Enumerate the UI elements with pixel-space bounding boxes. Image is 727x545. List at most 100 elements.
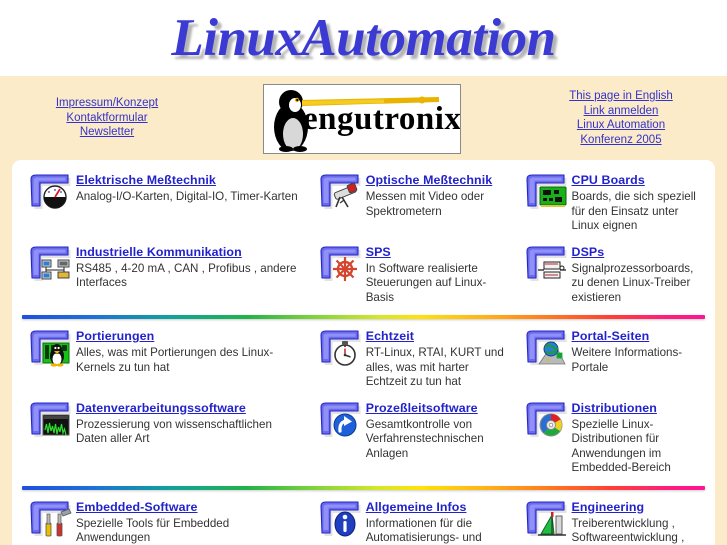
stopwatch-icon: [318, 326, 364, 366]
nav-link-link-anmelden[interactable]: Link anmelden: [527, 104, 715, 119]
category-cell[interactable]: Elektrische Meßtechnik Analog-I/O-Karten,…: [22, 168, 312, 216]
category-text: Allgemeine Infos Informationen für die Au…: [366, 497, 512, 545]
category-link[interactable]: CPU Boards: [572, 173, 645, 187]
nav-link-impressum[interactable]: Impressum/Konzept: [12, 96, 202, 111]
category-link[interactable]: Embedded-Software: [76, 500, 198, 514]
page-body: Impressum/Konzept Kontaktformular Newsle…: [0, 76, 727, 545]
category-description: Weitere Informations-Portale: [571, 346, 683, 374]
category-cell[interactable]: Portierungen Alles, was mit Portierungen …: [22, 324, 312, 381]
category-link[interactable]: Echtzeit: [366, 329, 414, 343]
drafting-icon: [524, 497, 570, 537]
category-text: Engineering Treiberentwicklung , Software…: [572, 497, 699, 545]
category-description: RT-Linux, RTAI, KURT und alles, was mit …: [365, 346, 504, 388]
category-link[interactable]: Engineering: [572, 500, 645, 514]
category-cell[interactable]: Industrielle Kommunikation RS485 , 4-20 m…: [22, 240, 312, 297]
tools-icon: [28, 497, 74, 537]
category-text: Prozeßleitsoftware Gesamtkontrolle von Ve…: [366, 398, 512, 462]
category-text: Portal-Seiten Weitere Informations-Portal…: [572, 326, 699, 375]
category-cell[interactable]: Allgemeine Infos Informationen für die Au…: [312, 495, 518, 545]
category-section: Elektrische Meßtechnik Analog-I/O-Karten,…: [22, 168, 705, 311]
category-link[interactable]: DSPs: [572, 245, 605, 259]
category-link[interactable]: Portierungen: [76, 329, 154, 343]
category-link[interactable]: Optische Meßtechnik: [366, 173, 493, 187]
category-cell[interactable]: Engineering Treiberentwicklung , Software…: [518, 495, 705, 545]
svg-text:engutronix: engutronix: [303, 101, 460, 137]
nav-link-newsletter[interactable]: Newsletter: [12, 125, 202, 140]
category-cell[interactable]: Embedded-Software Spezielle Tools für Emb…: [22, 495, 312, 545]
category-text: Echtzeit RT-Linux, RTAI, KURT und alles, …: [366, 326, 512, 390]
nav-link-konferenz-2005[interactable]: Konferenz 2005: [527, 133, 715, 148]
gauge-icon: [28, 170, 74, 210]
category-description: RS485 , 4-20 mA , CAN , Profibus , ander…: [76, 261, 297, 290]
category-section: Embedded-Software Spezielle Tools für Emb…: [22, 495, 705, 545]
dsp-chip-icon: [524, 242, 570, 282]
network-icon: [28, 242, 74, 282]
arrow-circle-icon: [318, 398, 364, 438]
nav-link-kontaktformular[interactable]: Kontaktformular: [12, 111, 202, 126]
category-description: Spezielle Linux-Distributionen für Anwen…: [571, 417, 671, 475]
engutronix-logo[interactable]: engutronix: [263, 84, 461, 154]
globe-arrow-icon: [524, 326, 570, 366]
nav-link-linux-automation[interactable]: Linux Automation: [527, 118, 715, 133]
circuit-board-icon: [524, 170, 570, 210]
category-section: Portierungen Alles, was mit Portierungen …: [22, 324, 705, 482]
category-description: Prozessierung von wissenschaftlichen Dat…: [76, 417, 272, 446]
category-link[interactable]: Portal-Seiten: [572, 329, 650, 343]
site-title: LinuxAutomation: [171, 8, 556, 67]
category-text: Portierungen Alles, was mit Portierungen …: [76, 326, 306, 375]
category-description: Spezielle Tools für Embedded Anwendungen: [76, 516, 230, 545]
category-cell[interactable]: CPU Boards Boards, die sich speziell für …: [518, 168, 705, 240]
category-link[interactable]: Elektrische Meßtechnik: [76, 173, 216, 187]
category-link[interactable]: Datenverarbeitungssoftware: [76, 401, 246, 415]
ship-wheel-icon: [318, 242, 364, 282]
category-cell[interactable]: Portal-Seiten Weitere Informations-Portal…: [518, 324, 705, 381]
penguin-board-icon: [28, 326, 74, 367]
category-link[interactable]: SPS: [366, 245, 391, 259]
category-cell[interactable]: Optische Meßtechnik Messen mit Video oder…: [312, 168, 518, 225]
category-text: Industrielle Kommunikation RS485 , 4-20 m…: [76, 242, 306, 291]
category-text: Datenverarbeitungssoftware Prozessierung …: [76, 398, 306, 447]
nav-band: Impressum/Konzept Kontaktformular Newsle…: [12, 76, 715, 160]
category-link[interactable]: Prozeßleitsoftware: [366, 401, 478, 415]
category-text: Embedded-Software Spezielle Tools für Emb…: [76, 497, 306, 545]
nav-link-english[interactable]: This page in English: [527, 89, 715, 104]
category-description: Messen mit Video oder Spektrometern: [365, 190, 485, 218]
category-text: Optische Meßtechnik Messen mit Video oder…: [366, 170, 512, 219]
category-row: Embedded-Software Spezielle Tools für Emb…: [22, 495, 705, 545]
category-link[interactable]: Distributionen: [572, 401, 657, 415]
category-description: Analog-I/O-Karten, Digital-IO, Timer-Kar…: [76, 190, 298, 203]
category-description: Signalprozessorboards, zu denen Linux-Tr…: [571, 261, 694, 304]
category-cell[interactable]: Prozeßleitsoftware Gesamtkontrolle von Ve…: [312, 396, 518, 468]
masthead: LinuxAutomation: [0, 0, 727, 76]
nav-left: Impressum/Konzept Kontaktformular Newsle…: [12, 96, 262, 140]
category-row: Elektrische Meßtechnik Analog-I/O-Karten,…: [22, 168, 705, 240]
content-panel: Elektrische Meßtechnik Analog-I/O-Karten,…: [12, 160, 715, 545]
category-text: CPU Boards Boards, die sich speziell für …: [572, 170, 699, 234]
category-cell[interactable]: Datenverarbeitungssoftware Prozessierung …: [22, 396, 312, 453]
category-link[interactable]: Industrielle Kommunikation: [76, 245, 242, 259]
info-icon: [318, 497, 364, 537]
category-cell[interactable]: Echtzeit RT-Linux, RTAI, KURT und alles, …: [312, 324, 518, 396]
category-row: Industrielle Kommunikation RS485 , 4-20 m…: [22, 240, 705, 312]
category-cell[interactable]: SPS In Software realisierte Steuerungen a…: [312, 240, 518, 312]
category-description: Gesamtkontrolle von Verfahrenstechnische…: [365, 417, 484, 460]
category-row: Portierungen Alles, was mit Portierungen …: [22, 324, 705, 396]
section-divider: [22, 315, 705, 319]
category-description: Alles, was mit Portierungen des Linux-Ke…: [76, 346, 274, 374]
section-divider: [22, 485, 705, 490]
category-link[interactable]: Allgemeine Infos: [366, 500, 467, 514]
category-text: SPS In Software realisierte Steuerungen a…: [366, 242, 512, 306]
category-cell[interactable]: DSPs Signalprozessorboards, zu denen Linu…: [518, 240, 705, 312]
nav-right: This page in English Link anmelden Linux…: [465, 89, 715, 147]
category-description: Informationen für die Automatisierungs- …: [365, 516, 482, 545]
category-text: DSPs Signalprozessorboards, zu denen Linu…: [572, 242, 699, 306]
category-text: Elektrische Meßtechnik Analog-I/O-Karten,…: [76, 170, 298, 205]
category-description: Boards, die sich speziell für den Einsat…: [571, 190, 696, 232]
category-description: Treiberentwicklung , Softwareentwicklung…: [571, 516, 685, 545]
category-row: Datenverarbeitungssoftware Prozessierung …: [22, 396, 705, 482]
waveform-icon: [28, 398, 74, 438]
category-cell[interactable]: Distributionen Spezielle Linux-Distributi…: [518, 396, 705, 482]
engutronix-logo-image: engutronix: [264, 85, 460, 153]
telescope-icon: [318, 170, 364, 210]
cd-disc-icon: [524, 398, 570, 438]
